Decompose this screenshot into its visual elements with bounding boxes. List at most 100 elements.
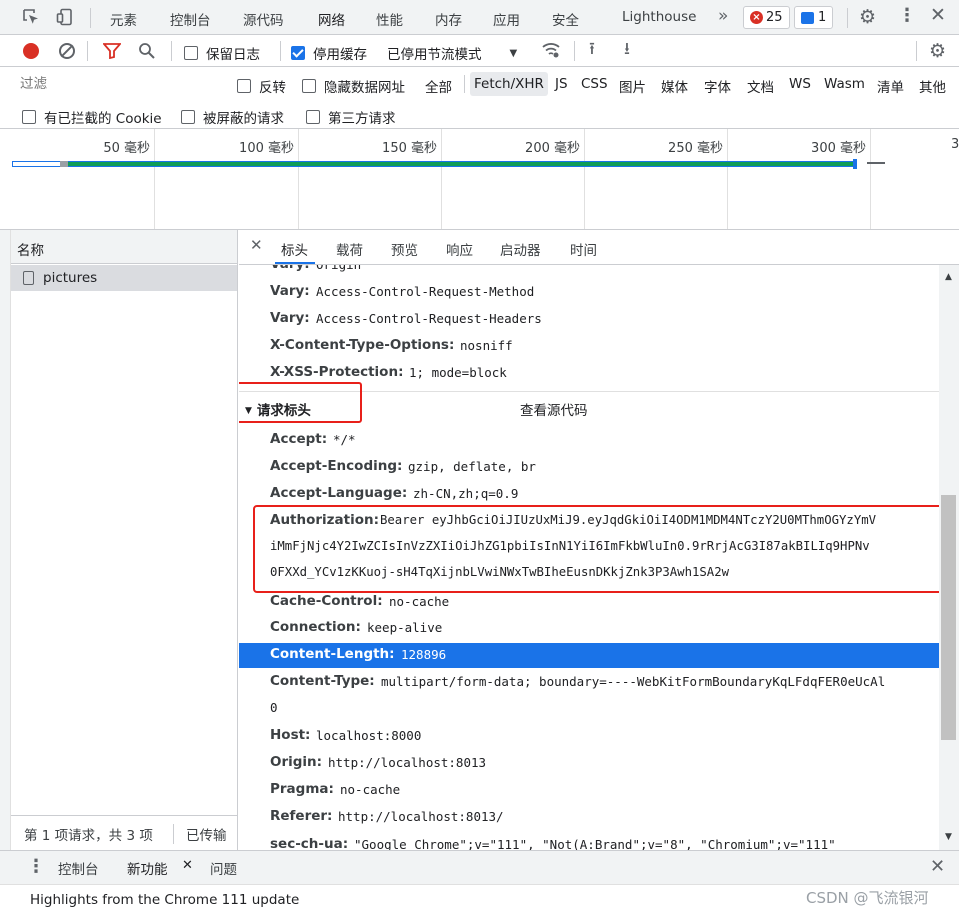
drawer-tab-1[interactable]: 新功能 [127, 858, 168, 878]
response-header-row[interactable]: X-Content-Type-Options: nosniff [239, 334, 939, 359]
filter-type-0[interactable]: Fetch/XHR [470, 72, 548, 96]
blocked-cookies-checkbox[interactable]: 有已拦截的 Cookie [22, 107, 162, 127]
filter-all-button[interactable]: 全部 [425, 76, 452, 96]
settings-gear-icon[interactable]: ⚙ [859, 8, 876, 27]
third-party-box[interactable] [306, 110, 320, 124]
scrollbar-thumb[interactable] [941, 495, 956, 740]
filter-type-4[interactable]: 媒体 [661, 76, 688, 96]
import-har-icon[interactable]: ⭱ [589, 41, 595, 58]
close-devtools-icon[interactable]: ✕ [930, 6, 946, 25]
filter-type-2[interactable]: CSS [581, 76, 608, 92]
filter-type-8[interactable]: Wasm [824, 76, 865, 92]
blocked-requests-checkbox[interactable]: 被屏蔽的请求 [181, 107, 284, 127]
waterfall-bar-stalled [60, 161, 68, 167]
response-header-row[interactable]: Vary: Origin [239, 265, 939, 278]
header-value: Access-Control-Request-Headers [316, 311, 542, 326]
request-header-row[interactable]: Content-Type: multipart/form-data; bounda… [239, 670, 939, 695]
export-har-icon[interactable]: ⭳ [624, 41, 630, 58]
request-header-row[interactable]: Host: localhost:8000 [239, 724, 939, 749]
filter-type-7[interactable]: WS [789, 76, 811, 92]
panel-tab-2[interactable]: 源代码 [243, 9, 284, 29]
panel-tab-8[interactable]: Lighthouse [622, 9, 696, 25]
panel-tab-1[interactable]: 控制台 [170, 9, 211, 29]
hide-data-urls-checkbox[interactable]: 隐藏数据网址 [302, 76, 405, 96]
panel-tab-7[interactable]: 安全 [552, 9, 579, 29]
network-conditions-wifi-icon[interactable] [541, 42, 561, 62]
selected-header-row[interactable]: Content-Length: 128896 [239, 643, 939, 668]
scroll-up-arrow-icon[interactable]: ▲ [945, 272, 952, 282]
preserve-log-checkbox[interactable]: 保留日志 [184, 43, 260, 63]
whats-new-message[interactable]: Highlights from the Chrome 111 update [30, 892, 299, 908]
message-count-badge[interactable]: 1 [794, 6, 834, 29]
blocked-requests-box[interactable] [181, 110, 195, 124]
vertical-scrollbar[interactable]: ▲ ▼ [939, 265, 959, 850]
hide-data-urls-label: 隐藏数据网址 [324, 80, 405, 96]
clear-icon[interactable] [59, 43, 75, 59]
filter-type-3[interactable]: 图片 [619, 76, 646, 96]
panel-tab-4[interactable]: 性能 [376, 9, 403, 29]
invert-checkbox[interactable]: 反转 [237, 76, 286, 96]
filter-icon[interactable] [102, 43, 122, 63]
request-header-row[interactable]: Pragma: no-cache [239, 778, 939, 803]
detail-tab-0[interactable]: 标头 [281, 239, 308, 259]
panel-tab-6[interactable]: 应用 [493, 9, 520, 29]
scroll-down-arrow-icon[interactable]: ▼ [945, 832, 952, 842]
preserve-log-box[interactable] [184, 46, 198, 60]
detail-tab-2[interactable]: 预览 [391, 239, 418, 259]
timeline-overview[interactable]: 50 毫秒 100 毫秒 150 毫秒 200 毫秒 250 毫秒 300 毫秒 3 [0, 129, 959, 230]
request-header-row[interactable]: Cache-Control: no-cache [239, 590, 939, 615]
record-button[interactable] [23, 43, 39, 59]
close-drawer-icon[interactable]: ✕ [930, 858, 945, 876]
message-icon [801, 11, 814, 24]
view-source-link[interactable]: 查看源代码 [520, 399, 588, 419]
response-header-row[interactable]: Vary: Access-Control-Request-Method [239, 280, 939, 305]
error-count-badge[interactable]: × 25 [743, 6, 790, 29]
request-header-row[interactable]: Origin: http://localhost:8013 [239, 751, 939, 776]
filter-type-9[interactable]: 清单 [877, 76, 904, 96]
panel-tab-5[interactable]: 内存 [435, 9, 462, 29]
annotation-box-section [239, 382, 362, 423]
filter-input[interactable] [14, 73, 220, 95]
third-party-label: 第三方请求 [328, 111, 396, 127]
disable-cache-checkbox[interactable]: 停用缓存 [291, 43, 367, 63]
more-options-icon[interactable]: ⋮ [898, 7, 916, 25]
filter-type-1[interactable]: JS [555, 76, 568, 92]
disable-cache-box[interactable] [291, 46, 305, 60]
third-party-checkbox[interactable]: 第三方请求 [306, 107, 396, 127]
drawer-menu-icon[interactable]: ⋮ [27, 858, 45, 876]
response-header-row[interactable]: Vary: Access-Control-Request-Headers [239, 307, 939, 332]
filter-type-5[interactable]: 字体 [704, 76, 731, 96]
request-header-row[interactable]: Accept-Encoding: gzip, deflate, br [239, 455, 939, 480]
panel-tab-3[interactable]: 网络 [318, 9, 345, 29]
panel-tab-0[interactable]: 元素 [110, 9, 137, 29]
request-list-header[interactable]: 名称 [11, 230, 237, 264]
header-name: Vary: [270, 265, 310, 272]
drawer-tab-0[interactable]: 控制台 [58, 858, 99, 878]
detail-tab-5[interactable]: 时间 [570, 239, 597, 259]
device-toolbar-icon[interactable] [56, 8, 74, 30]
request-header-row[interactable]: sec-ch-ua: "Google Chrome";v="111", "Not(… [239, 833, 939, 850]
more-tabs-button[interactable]: » [718, 6, 728, 26]
network-settings-gear-icon[interactable]: ⚙ [929, 42, 946, 61]
inspect-icon[interactable] [22, 8, 40, 30]
request-header-row[interactable]: Accept-Language: zh-CN,zh;q=0.9 [239, 482, 939, 507]
close-tab-icon[interactable]: ✕ [182, 858, 193, 873]
throttling-select[interactable]: 已停用节流模式 ▼ [387, 43, 517, 63]
filter-type-6[interactable]: 文档 [747, 76, 774, 96]
search-icon[interactable] [138, 42, 156, 64]
blocked-cookies-box[interactable] [22, 110, 36, 124]
filter-type-10[interactable]: 其他 [919, 76, 946, 96]
detail-tab-1[interactable]: 载荷 [336, 239, 363, 259]
request-header-row[interactable]: Connection: keep-alive [239, 616, 939, 641]
invert-box[interactable] [237, 79, 251, 93]
request-row[interactable]: pictures [11, 265, 237, 291]
detail-tab-3[interactable]: 响应 [446, 239, 473, 259]
drawer-tab-2[interactable]: 问题 [210, 858, 237, 878]
request-header-row[interactable]: 0 [239, 696, 939, 721]
request-header-row[interactable]: Accept: */* [239, 428, 939, 453]
hide-data-urls-box[interactable] [302, 79, 316, 93]
request-header-row[interactable]: Referer: http://localhost:8013/ [239, 805, 939, 830]
detail-tab-4[interactable]: 启动器 [500, 239, 541, 259]
throttling-label: 已停用节流模式 [387, 47, 482, 63]
close-detail-icon[interactable]: ✕ [250, 238, 263, 253]
